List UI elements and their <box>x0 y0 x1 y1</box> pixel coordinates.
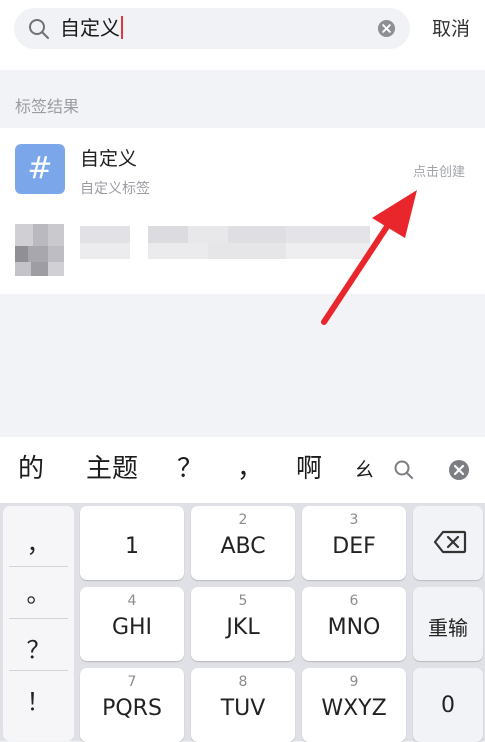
key-number: 4 <box>127 593 137 609</box>
divider <box>9 566 68 567</box>
key-label: DEF <box>332 534 376 559</box>
key-4[interactable]: 4 GHI <box>80 587 184 661</box>
key-number: 5 <box>238 593 248 609</box>
tag-name[interactable]: 自定义 <box>80 144 137 171</box>
blur-tile <box>228 226 286 243</box>
blur-tile <box>15 262 31 276</box>
punctuation-key[interactable]: ？ <box>3 630 74 665</box>
search-input[interactable]: 自定义 <box>60 16 123 40</box>
blur-tile <box>80 243 130 259</box>
key-number: 2 <box>238 512 248 528</box>
candidate-word[interactable]: ？ <box>177 453 203 485</box>
key-number: 6 <box>349 593 359 609</box>
key-label: 1 <box>125 534 139 559</box>
blur-tile <box>286 226 370 243</box>
clear-icon[interactable] <box>377 19 396 38</box>
candidate-word[interactable]: ， <box>237 453 263 485</box>
close-keyboard-icon[interactable] <box>448 459 470 481</box>
search-icon[interactable] <box>393 459 415 481</box>
key-number: 3 <box>349 512 359 528</box>
blur-tile <box>286 243 370 259</box>
blur-tile <box>188 226 228 243</box>
blur-tile <box>33 224 48 246</box>
punctuation-key[interactable]: 。 <box>3 574 74 609</box>
blur-tile <box>48 224 64 246</box>
candidate-word[interactable]: 的 <box>18 453 44 485</box>
key-8[interactable]: 8 TUV <box>191 668 295 742</box>
blur-tile <box>31 262 48 276</box>
cancel-button[interactable]: 取消 <box>432 17 470 41</box>
reenter-key[interactable]: 重输 <box>413 587 483 661</box>
blur-tile <box>15 246 28 262</box>
backspace-key[interactable] <box>413 506 483 580</box>
candidate-word[interactable]: 啊 <box>296 453 322 485</box>
key-6[interactable]: 6 MNO <box>302 587 406 661</box>
blur-tile <box>148 226 188 243</box>
blur-tile <box>208 243 286 259</box>
search-query: 自定义 <box>60 16 120 40</box>
key-label: 0 <box>441 693 455 718</box>
divider <box>9 618 68 619</box>
key-label: PQRS <box>102 696 162 721</box>
key-label: TUV <box>220 696 266 721</box>
tag-subtitle: 自定义标签 <box>80 181 150 197</box>
candidate-word[interactable]: 主题 <box>86 453 138 485</box>
search-box[interactable]: 自定义 <box>14 8 410 49</box>
blur-tile <box>15 224 33 246</box>
key-1[interactable]: 1 <box>80 506 184 580</box>
search-icon <box>29 19 49 39</box>
key-label: 重输 <box>428 616 468 640</box>
divider <box>9 670 68 671</box>
key-9[interactable]: 9 WXYZ <box>302 668 406 742</box>
blur-tile <box>148 243 208 259</box>
key-3[interactable]: 3 DEF <box>302 506 406 580</box>
candidate-word[interactable]: ㄠ <box>354 453 374 485</box>
key-number: 8 <box>238 674 248 690</box>
punctuation-key[interactable]: ， <box>3 524 74 559</box>
candidate-bar: 的 主题 ？ ， 啊 ㄠ <box>0 437 485 503</box>
blur-tile <box>48 246 64 262</box>
key-label: ABC <box>220 534 266 559</box>
blur-tile <box>48 262 64 276</box>
blur-tile <box>80 226 130 243</box>
punctuation-panel[interactable]: ， 。 ？ ！ <box>3 506 74 741</box>
key-7[interactable]: 7 PQRS <box>80 668 184 742</box>
key-label: GHI <box>111 615 153 640</box>
create-tag-button[interactable]: 点击创建 <box>413 161 465 180</box>
key-number: 7 <box>127 674 137 690</box>
key-label: WXYZ <box>321 696 387 721</box>
blur-tile <box>28 246 48 262</box>
key-5[interactable]: 5 JKL <box>191 587 295 661</box>
tag-result-card: # 自定义 自定义标签 点击创建 <box>0 128 485 294</box>
key-0[interactable]: 0 <box>413 668 483 742</box>
text-caret <box>121 16 123 39</box>
backspace-icon <box>433 530 467 554</box>
section-title: 标签结果 <box>15 97 80 116</box>
key-2[interactable]: 2 ABC <box>191 506 295 580</box>
hashtag-icon[interactable]: # <box>15 144 65 194</box>
top-bar: 自定义 取消 <box>0 0 485 70</box>
nine-key-keyboard: ， 。 ？ ！ 1 2 ABC 3 DEF 4 GHI 5 JKL 6 MNO <box>0 503 485 742</box>
key-number: 9 <box>349 674 359 690</box>
key-label: JKL <box>226 615 260 640</box>
key-label: MNO <box>327 615 381 640</box>
punctuation-key[interactable]: ！ <box>3 682 74 717</box>
